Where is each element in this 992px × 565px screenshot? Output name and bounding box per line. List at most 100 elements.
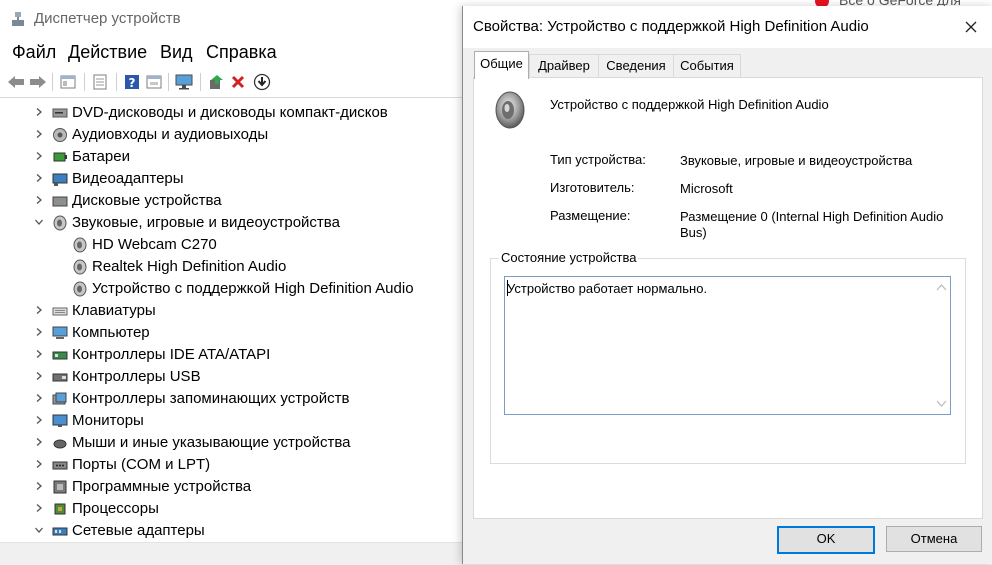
menu-action[interactable]: Действие [68,42,147,63]
tree-category[interactable]: Компьютер [34,322,470,344]
battery-icon [53,152,67,162]
tree-category[interactable]: Видеоадаптеры [34,168,470,190]
device-tree[interactable]: DVD-дисководы и дисководы компакт-дисков… [0,100,470,540]
refresh-icon[interactable] [90,72,110,92]
chevron-right-icon[interactable] [34,129,44,139]
chevron-right-icon[interactable] [34,327,44,337]
usb-icon [52,373,68,382]
tab-events[interactable]: События [673,54,741,77]
processor-icon [54,503,66,515]
chevron-right-icon[interactable] [34,437,44,447]
chevron-right-icon[interactable] [34,415,44,425]
tree-item-label: Устройство с поддержкой High Definition … [92,280,414,297]
tree-category[interactable]: Сетевые адаптеры [34,520,470,540]
manufacturer-value: Microsoft [680,181,733,196]
tree-category[interactable]: Контроллеры IDE ATA/ATAPI [34,344,470,366]
keyboard-icon [52,307,68,316]
back-arrow-icon[interactable] [6,72,26,92]
tree-item-label: Видеоадаптеры [72,170,184,187]
update-driver-icon[interactable] [206,72,226,92]
ok-button[interactable]: OK [777,526,875,554]
close-icon [965,21,977,33]
display-adapter-icon [52,173,68,186]
monitor-scan-icon[interactable] [174,72,194,92]
tree-category[interactable]: Порты (COM и LPT) [34,454,470,476]
tree-category[interactable]: Контроллеры USB [34,366,470,388]
chevron-down-icon[interactable] [34,217,44,227]
tree-device[interactable]: Realtek High Definition Audio [54,256,470,278]
tree-item-label: Звуковые, игровые и видеоустройства [72,214,340,231]
tree-category[interactable]: Клавиатуры [34,300,470,322]
tree-category[interactable]: Контроллеры запоминающих устройств [34,388,470,410]
speaker-icon [73,281,87,297]
tree-category[interactable]: Батареи [34,146,470,168]
tree-item-label: Контроллеры USB [72,368,201,385]
menu-help[interactable]: Справка [206,42,277,63]
device-manager-icon [12,12,24,26]
tab-driver[interactable]: Драйвер [529,54,599,77]
tree-category[interactable]: Дисковые устройства [34,190,470,212]
forward-arrow-icon[interactable] [28,72,48,92]
disk-drive-icon [52,196,68,207]
chevron-down-icon[interactable] [34,525,44,535]
tree-item-label: Контроллеры запоминающих устройств [72,390,350,407]
tree-item-label: Процессоры [72,500,159,517]
chevron-right-icon[interactable] [34,393,44,403]
tree-category[interactable]: DVD-дисководы и дисководы компакт-дисков [34,102,470,124]
device-status-text: Устройство работает нормально. [507,281,708,296]
dialog-title-bar: Свойства: Устройство с поддержкой High D… [463,6,992,48]
chevron-right-icon[interactable] [34,151,44,161]
chevron-right-icon[interactable] [34,349,44,359]
device-status-label: Состояние устройства [499,250,639,265]
tab-details[interactable]: Сведения [598,54,674,77]
menu-file[interactable]: Файл [12,42,56,63]
speaker-icon [73,237,87,253]
general-tab-panel: Устройство с поддержкой High Definition … [473,77,983,519]
tree-category[interactable]: Процессоры [34,498,470,520]
device-type-value: Звуковые, игровые и видеоустройства [680,153,913,168]
network-adapter-icon [52,527,68,536]
chevron-right-icon[interactable] [34,107,44,117]
tree-category[interactable]: Мыши и иные указывающие устройства [34,432,470,454]
uninstall-icon[interactable] [228,72,248,92]
cancel-button[interactable]: Отмена [886,526,982,552]
manufacturer-label: Изготовитель: [550,180,635,195]
properties-icon[interactable] [58,72,78,92]
tree-category[interactable]: Мониторы [34,410,470,432]
dialog-title: Свойства: Устройство с поддержкой High D… [473,18,869,35]
tree-item-label: Дисковые устройства [72,192,222,209]
tree-device[interactable]: Устройство с поддержкой High Definition … [54,278,470,300]
menu-view[interactable]: Вид [160,42,193,63]
tree-category[interactable]: Аудиовходы и аудиовыходы [34,124,470,146]
chevron-right-icon[interactable] [34,173,44,183]
tree-item-label: Батареи [72,148,130,165]
tree-device[interactable]: HD Webcam C270 [54,234,470,256]
tree-category[interactable]: Звуковые, игровые и видеоустройства [34,212,470,234]
tab-general[interactable]: Общие [474,51,529,79]
tree-item-label: Realtek High Definition Audio [92,258,287,275]
chevron-right-icon[interactable] [34,503,44,513]
chevron-right-icon[interactable] [34,371,44,381]
tree-item-label: Аудиовходы и аудиовыходы [72,126,269,143]
chevron-right-icon[interactable] [34,459,44,469]
show-hidden-icon[interactable] [144,72,164,92]
chevron-right-icon[interactable] [34,195,44,205]
software-device-icon [53,480,67,494]
chevron-right-icon[interactable] [34,481,44,491]
speaker-icon [495,91,525,129]
status-vertical-scrollbar[interactable] [933,277,950,414]
location-value-line1: Размещение 0 (Internal High Definition A… [680,209,944,224]
tree-category[interactable]: Программные устройства [34,476,470,498]
device-status-textbox[interactable]: Устройство работает нормально. [504,276,951,415]
download-icon[interactable] [252,72,272,92]
storage-controller-icon [52,392,67,405]
help-icon[interactable]: ? [122,72,142,92]
tree-item-label: Мыши и иные указывающие устройства [72,434,351,451]
window-title: Диспетчер устройств [34,10,181,27]
close-button[interactable] [957,14,985,40]
mouse-icon [53,439,67,449]
monitor-icon [52,414,68,427]
audio-io-icon [53,128,67,142]
tree-item-label: Порты (COM и LPT) [72,456,211,473]
chevron-right-icon[interactable] [34,305,44,315]
